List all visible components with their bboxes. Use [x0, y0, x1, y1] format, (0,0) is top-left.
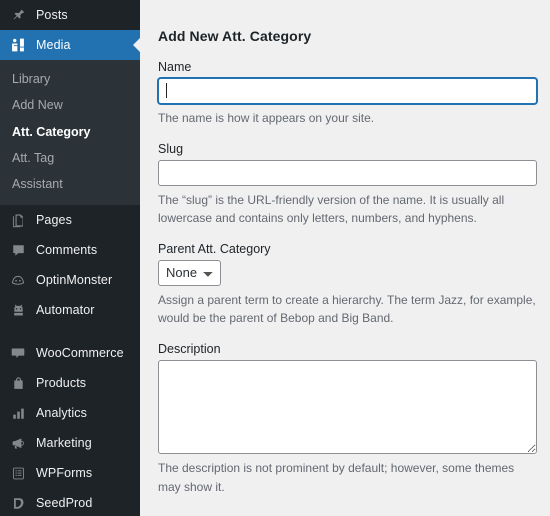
sidebar-item-analytics[interactable]: Analytics [0, 398, 140, 428]
slug-input[interactable] [158, 159, 537, 186]
sidebar-item-add-new[interactable]: Add New [0, 92, 140, 118]
sidebar-item-label: WPForms [36, 466, 93, 480]
slug-help-text: The “slug” is the URL-friendly version o… [158, 192, 505, 226]
page-title: Add New Att. Category [158, 28, 312, 44]
field-description: Description The description is not promi… [158, 342, 538, 496]
sidebar-item-automator[interactable]: Automator [0, 295, 140, 325]
sidebar-item-label: Marketing [36, 436, 92, 450]
name-label: Name [158, 60, 192, 74]
pages-icon [8, 210, 28, 230]
sidebar-item-label: Posts [36, 7, 68, 22]
name-input-wrap [158, 78, 537, 104]
sidebar-item-label: Pages [36, 213, 72, 227]
description-label: Description [158, 341, 221, 356]
description-help-text: The description is not prominent by defa… [158, 460, 515, 494]
seedprod-leaf-icon [8, 493, 28, 513]
sidebar-item-seedprod[interactable]: SeedProd [0, 488, 140, 516]
name-help-text: The name is how it appears on your site. [158, 111, 375, 125]
sidebar-item-pages[interactable]: Pages [0, 205, 140, 235]
sidebar-item-label: Analytics [36, 406, 87, 420]
sidebar-item-label: Products [36, 376, 87, 390]
automator-robot-icon [8, 300, 28, 320]
pushpin-icon [8, 5, 28, 25]
sidebar-item-label: Media [36, 37, 71, 52]
marketing-megaphone-icon [8, 433, 28, 453]
menu-separator [0, 325, 140, 338]
text-cursor [166, 83, 167, 98]
slug-label: Slug [158, 141, 184, 156]
parent-help-text: Assign a parent term to create a hierarc… [158, 292, 536, 326]
sidebar-item-wpforms[interactable]: WPForms [0, 458, 140, 488]
products-bag-icon [8, 373, 28, 393]
comments-icon [8, 240, 28, 260]
field-parent: Parent Att. Category None Assign a paren… [158, 242, 538, 328]
description-textarea[interactable] [158, 359, 537, 454]
add-term-form: Name The name is how it appears on your … [158, 60, 538, 516]
sidebar-item-label: OptinMonster [36, 273, 113, 287]
sidebar-item-posts[interactable]: Posts [0, 0, 140, 30]
field-name: Name The name is how it appears on your … [158, 60, 538, 128]
sidebar-item-comments[interactable]: Comments [0, 235, 140, 265]
media-submenu: Library Add New Att. Category Att. Tag A… [0, 60, 140, 206]
sidebar-item-marketing[interactable]: Marketing [0, 428, 140, 458]
sidebar-item-att-tag[interactable]: Att. Tag [0, 145, 140, 171]
parent-label: Parent Att. Category [158, 241, 271, 256]
sidebar-item-label: Automator [36, 303, 95, 317]
wordpress-admin-screen: Posts Media Library Add New Att. Categor… [0, 0, 550, 516]
sidebar-item-media[interactable]: Media [0, 30, 140, 60]
sidebar-item-library[interactable]: Library [0, 66, 140, 92]
sidebar-item-label: WooCommerce [36, 346, 124, 360]
name-input[interactable] [158, 78, 537, 104]
wpforms-icon [8, 463, 28, 483]
analytics-bars-icon [8, 403, 28, 423]
sidebar-item-optinmonster[interactable]: OptinMonster [0, 265, 140, 295]
media-icon [8, 35, 28, 55]
admin-sidebar-menu: Posts Media Library Add New Att. Categor… [0, 0, 140, 516]
field-slug: Slug The “slug” is the URL-friendly vers… [158, 142, 538, 228]
parent-select[interactable]: None [158, 259, 221, 286]
sidebar-item-woocommerce[interactable]: WooCommerce [0, 338, 140, 368]
sidebar-item-label: Comments [36, 243, 98, 257]
sidebar-item-assistant[interactable]: Assistant [0, 171, 140, 197]
woocommerce-icon [8, 343, 28, 363]
sidebar-item-products[interactable]: Products [0, 368, 140, 398]
sidebar-item-label: SeedProd [36, 496, 93, 510]
main-content-area: Add New Att. Category Name The name is h… [140, 0, 550, 516]
optinmonster-icon [8, 270, 28, 290]
current-menu-arrow-icon [133, 37, 140, 53]
sidebar-item-att-category[interactable]: Att. Category [0, 119, 140, 145]
